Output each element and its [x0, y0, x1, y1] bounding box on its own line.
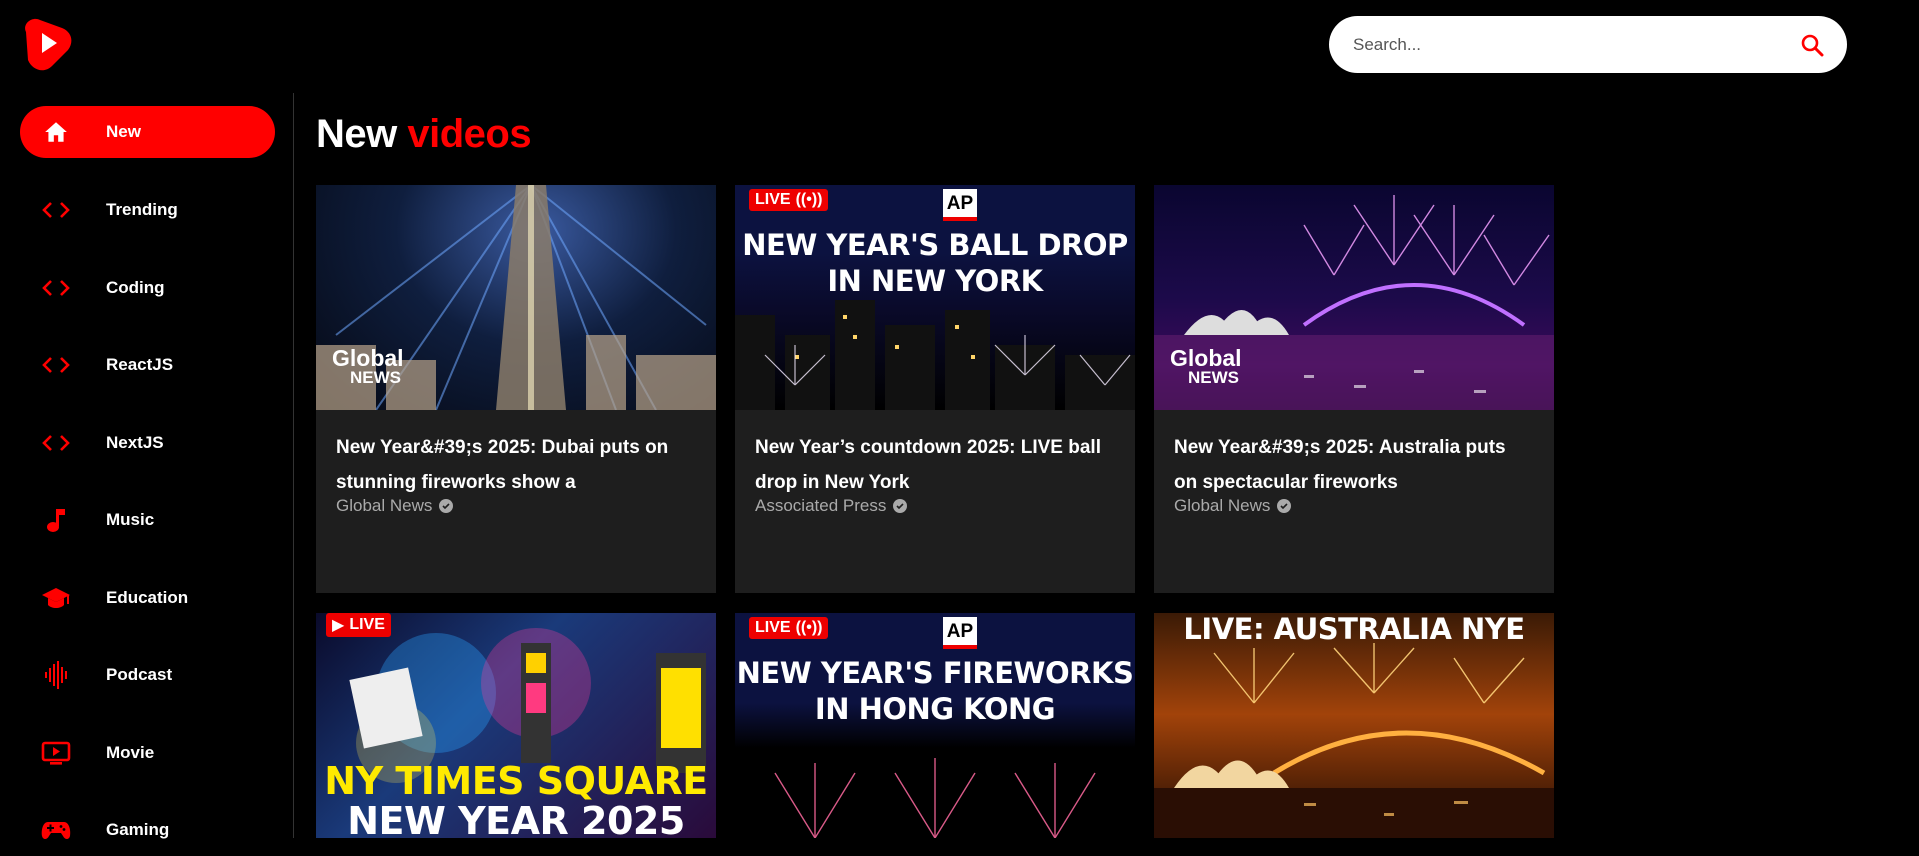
video-title[interactable]: New Year’s countdown 2025: LIVE ball dro… — [755, 430, 1115, 500]
sidebar-item-label: Coding — [106, 278, 165, 297]
global-news-logo: Global NEWS — [332, 345, 404, 388]
sidebar: New Trending Coding ReactJS NextJS Music — [0, 93, 294, 839]
video-card[interactable]: LIVE ((•)) AP NEW YEAR'S BALL DROP IN NEW… — [735, 185, 1135, 593]
thumbnail-headline: NY TIMES SQUARE NEW YEAR 2025 — [324, 759, 708, 838]
sidebar-item-label: NextJS — [106, 433, 164, 452]
thumbnail-headline: NEW YEAR'S BALL DROP IN NEW YORK — [742, 228, 1128, 298]
thumbnail-headline: LIVE: AUSTRALIA NYE — [1183, 613, 1525, 646]
live-badge: ▶ LIVE — [326, 613, 391, 637]
code-icon — [40, 194, 72, 226]
channel-label: Global News — [336, 496, 433, 515]
video-card[interactable]: Global NEWS New Year&#39;s 2025: Dubai p… — [316, 185, 716, 593]
video-thumbnail[interactable]: Global NEWS — [316, 185, 716, 410]
channel-label: Global News — [1174, 496, 1271, 515]
broadcast-icon: ((•)) — [795, 619, 823, 636]
page-title: New videos — [316, 112, 532, 157]
live-badge: LIVE ((•)) — [749, 617, 829, 639]
video-thumbnail[interactable]: LIVE: AUSTRALIA NYE — [1154, 613, 1554, 838]
verified-icon — [439, 499, 454, 513]
page-title-word: New — [316, 112, 397, 156]
sidebar-item-movie[interactable]: Movie — [20, 727, 275, 779]
waveform-icon — [40, 659, 72, 691]
sidebar-item-label: Gaming — [106, 820, 170, 839]
gamepad-icon — [40, 814, 72, 846]
broadcast-icon: ((•)) — [795, 191, 823, 208]
sidebar-item-new[interactable]: New — [20, 106, 275, 158]
video-thumbnail[interactable]: LIVE ((•)) AP NEW YEAR'S BALL DROP IN NEW… — [735, 185, 1135, 410]
search-bar — [1329, 16, 1847, 73]
sidebar-item-label: New — [106, 122, 141, 141]
code-icon — [40, 427, 72, 459]
video-card[interactable]: ▶ LIVE NY TIMES SQUARE NEW YEAR 2025 — [316, 613, 716, 838]
video-title[interactable]: New Year&#39;s 2025: Dubai puts on stunn… — [336, 430, 696, 500]
sidebar-item-nextjs[interactable]: NextJS — [20, 417, 275, 469]
thumbnail-headline: NEW YEAR'S FIREWORKS IN HONG KONG — [736, 656, 1134, 726]
page-title-accent-word: videos — [407, 112, 532, 156]
sidebar-divider — [293, 93, 294, 838]
sidebar-item-podcast[interactable]: Podcast — [20, 649, 275, 701]
sidebar-item-label: Trending — [106, 200, 178, 219]
channel-name[interactable]: Associated Press — [755, 496, 1115, 516]
video-title[interactable]: New Year&#39;s 2025: Australia puts on s… — [1174, 430, 1534, 500]
global-news-logo: Global NEWS — [1170, 345, 1242, 388]
sidebar-item-trending[interactable]: Trending — [20, 184, 275, 236]
video-card[interactable]: LIVE: AUSTRALIA NYE — [1154, 613, 1554, 838]
sidebar-item-label: ReactJS — [106, 355, 174, 374]
verified-icon — [893, 499, 908, 513]
channel-label: Associated Press — [755, 496, 887, 515]
video-card[interactable]: Global NEWS New Year&#39;s 2025: Austral… — [1154, 185, 1554, 593]
search-icon[interactable] — [1799, 32, 1825, 58]
sidebar-item-label: Movie — [106, 743, 155, 762]
live-badge: LIVE ((•)) — [749, 189, 829, 211]
graduation-cap-icon — [40, 582, 72, 614]
sidebar-item-gaming[interactable]: Gaming — [20, 804, 275, 856]
video-thumbnail[interactable]: LIVE ((•)) AP NEW YEAR'S FIREWORKS IN HON… — [735, 613, 1135, 838]
search-input[interactable] — [1351, 33, 1799, 56]
video-card[interactable]: LIVE ((•)) AP NEW YEAR'S FIREWORKS IN HON… — [735, 613, 1135, 838]
play-icon: ▶ — [332, 617, 345, 634]
verified-icon — [1277, 499, 1292, 513]
ap-logo: AP — [943, 617, 977, 649]
tv-icon — [40, 737, 72, 769]
sidebar-item-music[interactable]: Music — [20, 494, 275, 546]
sidebar-item-reactjs[interactable]: ReactJS — [20, 339, 275, 391]
music-note-icon — [40, 504, 72, 536]
home-icon — [40, 116, 72, 148]
sidebar-item-coding[interactable]: Coding — [20, 262, 275, 314]
code-icon — [40, 349, 72, 381]
ap-logo: AP — [943, 189, 977, 221]
sidebar-item-education[interactable]: Education — [20, 572, 275, 624]
video-thumbnail[interactable]: Global NEWS — [1154, 185, 1554, 410]
sidebar-item-label: Podcast — [106, 665, 173, 684]
code-icon — [40, 272, 72, 304]
sidebar-item-label: Education — [106, 588, 189, 607]
play-logo-icon[interactable] — [18, 14, 76, 72]
video-thumbnail[interactable]: ▶ LIVE NY TIMES SQUARE NEW YEAR 2025 — [316, 613, 716, 838]
sidebar-item-label: Music — [106, 510, 155, 529]
